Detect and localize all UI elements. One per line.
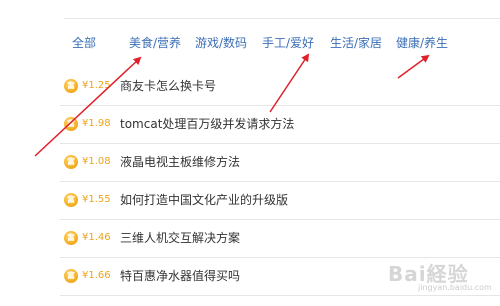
list-item[interactable]: 富 ¥1.98 tomcat处理百万级并发请求方法 — [60, 106, 500, 144]
tab-all[interactable]: 全部 — [72, 33, 96, 53]
article-title[interactable]: 特百惠净水器值得买吗 — [120, 267, 240, 285]
reward-price: ¥1.46 — [82, 232, 111, 243]
list-item[interactable]: 富 ¥1.08 液晶电视主板维修方法 — [60, 144, 500, 182]
coin-icon: 富 — [64, 79, 78, 93]
reward-price: ¥1.66 — [82, 270, 111, 281]
top-divider — [64, 18, 500, 19]
reward-price: ¥1.25 — [82, 80, 111, 91]
page: 全部 美食/营养 游戏/数码 手工/爱好 生活/家居 健康/养生 富 ¥1.25… — [0, 0, 500, 306]
article-title[interactable]: 液晶电视主板维修方法 — [120, 153, 240, 171]
article-title[interactable]: 商友卡怎么换卡号 — [120, 77, 216, 95]
list-item[interactable]: 富 ¥1.25 商友卡怎么换卡号 — [60, 68, 500, 106]
reward-price: ¥1.08 — [82, 156, 111, 167]
tab-life-home[interactable]: 生活/家居 — [330, 33, 382, 53]
tab-food-nutrition[interactable]: 美食/营养 — [129, 33, 181, 53]
tab-crafts-hobby[interactable]: 手工/爱好 — [262, 33, 314, 53]
article-title[interactable]: 三维人机交互解决方案 — [120, 229, 240, 247]
watermark-url: jingyan.baidu.com — [418, 283, 492, 292]
coin-icon: 富 — [64, 117, 78, 131]
article-title[interactable]: tomcat处理百万级并发请求方法 — [120, 115, 294, 133]
coin-icon: 富 — [64, 231, 78, 245]
reward-price: ¥1.98 — [82, 118, 111, 129]
tab-health-wellness[interactable]: 健康/养生 — [396, 33, 448, 53]
coin-icon: 富 — [64, 193, 78, 207]
reward-price: ¥1.55 — [82, 194, 111, 205]
list-item[interactable]: 富 ¥1.55 如何打造中国文化产业的升级版 — [60, 182, 500, 220]
coin-icon: 富 — [64, 155, 78, 169]
coin-icon: 富 — [64, 269, 78, 283]
category-tabs: 全部 美食/营养 游戏/数码 手工/爱好 生活/家居 健康/养生 — [0, 33, 500, 53]
article-title[interactable]: 如何打造中国文化产业的升级版 — [120, 191, 288, 209]
baidu-jingyan-watermark: Bai経验 jingyan.baidu.com — [378, 258, 496, 298]
tab-games-digital[interactable]: 游戏/数码 — [195, 33, 247, 53]
list-item[interactable]: 富 ¥1.46 三维人机交互解决方案 — [60, 220, 500, 258]
